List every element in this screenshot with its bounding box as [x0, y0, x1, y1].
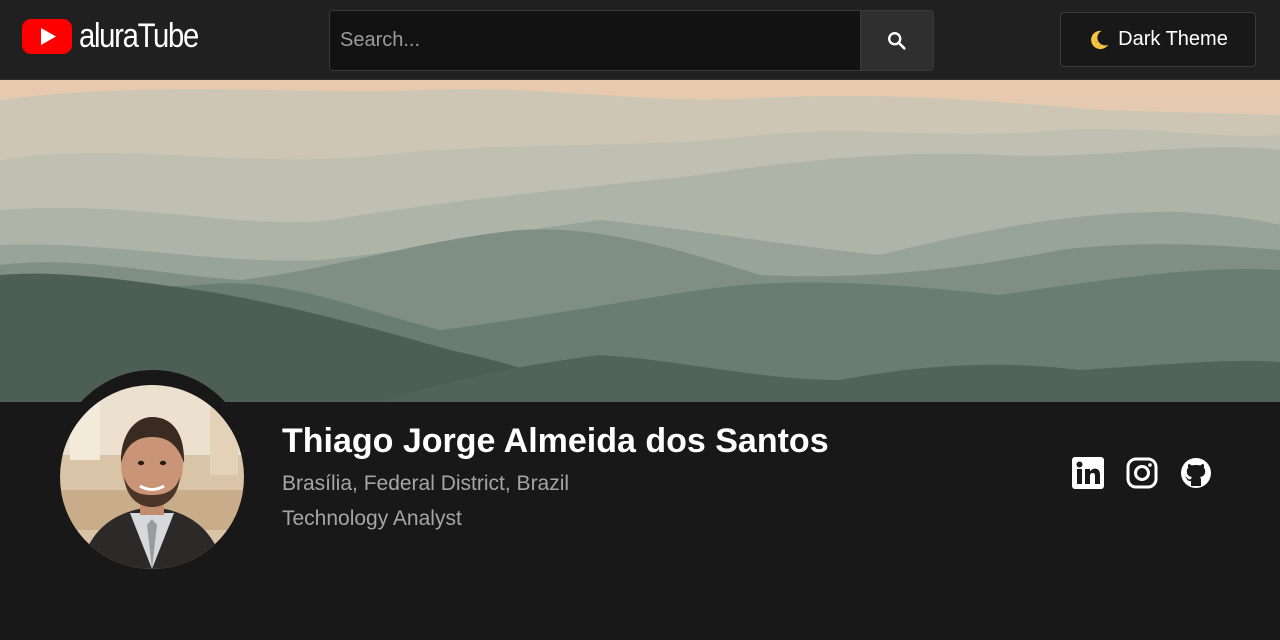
- theme-toggle-button[interactable]: Dark Theme: [1060, 12, 1256, 67]
- social-links: [1072, 457, 1212, 489]
- instagram-link[interactable]: [1126, 457, 1158, 489]
- instagram-icon: [1126, 457, 1158, 489]
- theme-toggle-label: Dark Theme: [1118, 28, 1228, 50]
- moon-icon: [1091, 30, 1109, 49]
- alura-tube-logo[interactable]: aluraTube: [22, 16, 217, 56]
- avatar: [60, 385, 244, 569]
- profile-job-title: Technology Analyst: [282, 507, 462, 530]
- youtube-play-icon: [22, 18, 72, 54]
- top-bar: aluraTube Dark Theme: [0, 0, 1280, 80]
- search-bar: [329, 10, 934, 71]
- profile-name: Thiago Jorge Almeida dos Santos: [282, 422, 829, 460]
- github-icon: [1181, 458, 1211, 488]
- search-icon: [888, 31, 906, 50]
- profile-location: Brasília, Federal District, Brazil: [282, 472, 570, 495]
- banner-image: [0, 80, 1280, 402]
- search-button[interactable]: [860, 11, 933, 70]
- github-link[interactable]: [1180, 457, 1212, 489]
- linkedin-link[interactable]: [1072, 457, 1104, 489]
- logo-text: aluraTube: [79, 17, 199, 55]
- linkedin-icon: [1072, 457, 1104, 489]
- search-input[interactable]: [330, 11, 860, 70]
